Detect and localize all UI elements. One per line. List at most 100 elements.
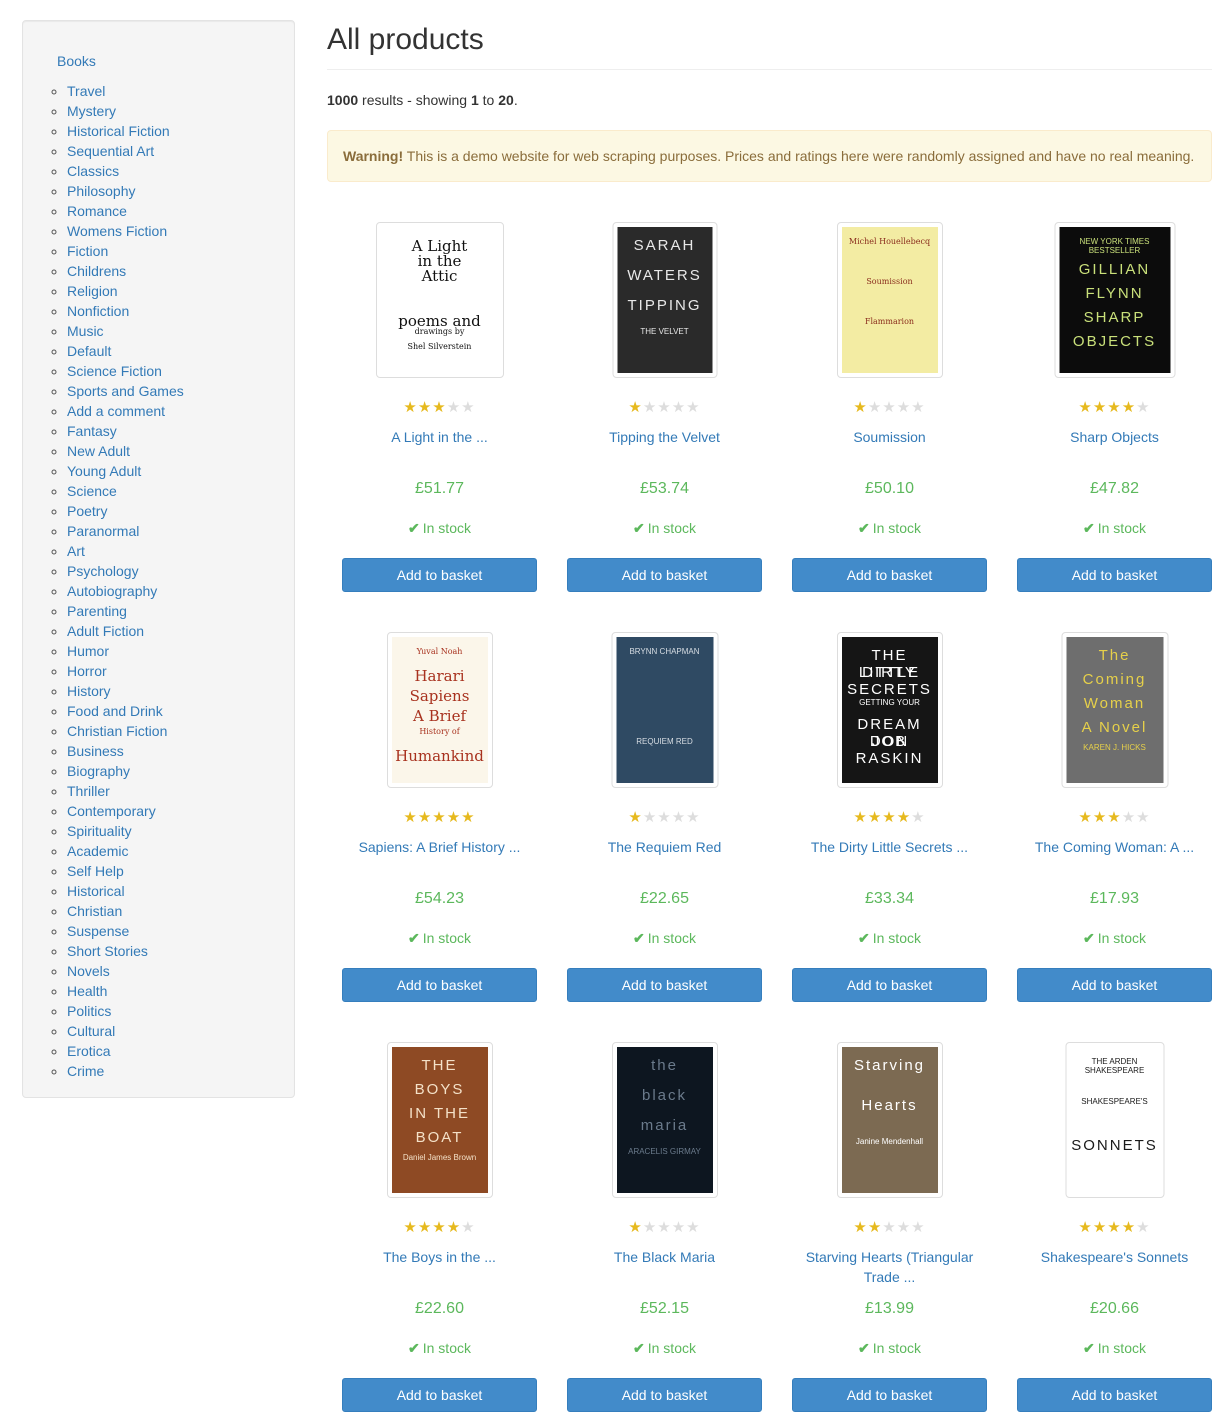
product-title-link[interactable]: The Dirty Little Secrets ... bbox=[787, 837, 992, 857]
sidebar-category-link[interactable]: Academic bbox=[67, 843, 128, 859]
sidebar-category-link[interactable]: Nonfiction bbox=[67, 303, 129, 319]
stock-label: In stock bbox=[872, 930, 921, 946]
product-thumbnail[interactable]: NEW YORK TIMES BESTSELLER GILLIAN FLYNN SHA… bbox=[1054, 222, 1175, 378]
add-to-basket-button[interactable]: Add to basket bbox=[1017, 968, 1212, 1002]
product-title-link[interactable]: Tipping the Velvet bbox=[562, 427, 767, 447]
sidebar-category-link[interactable]: Christian bbox=[67, 903, 122, 919]
stock-label: In stock bbox=[647, 520, 696, 536]
sidebar-category-link[interactable]: Historical Fiction bbox=[67, 123, 170, 139]
sidebar-category-link[interactable]: Young Adult bbox=[67, 463, 141, 479]
sidebar-category-link[interactable]: Short Stories bbox=[67, 943, 148, 959]
results-to-text: to bbox=[478, 92, 499, 108]
sidebar-category-link[interactable]: Christian Fiction bbox=[67, 723, 167, 739]
sidebar-category-link[interactable]: Horror bbox=[67, 663, 107, 679]
sidebar-category-link[interactable]: Classics bbox=[67, 163, 119, 179]
add-to-basket-button[interactable]: Add to basket bbox=[792, 1378, 987, 1412]
add-to-basket-button[interactable]: Add to basket bbox=[792, 968, 987, 1002]
product-title-link[interactable]: Shakespeare's Sonnets bbox=[1012, 1247, 1217, 1267]
sidebar-category-link[interactable]: Psychology bbox=[67, 563, 139, 579]
add-to-basket-button[interactable]: Add to basket bbox=[567, 1378, 762, 1412]
product-thumbnail[interactable]: THE DIRTY LITTLE SECRETS GETTING YOUR DREAM … bbox=[836, 632, 943, 788]
sidebar-category-link[interactable]: Sequential Art bbox=[67, 143, 154, 159]
stock-label: In stock bbox=[872, 1340, 921, 1356]
sidebar-category-link[interactable]: Health bbox=[67, 983, 107, 999]
warning-alert: Warning! This is a demo website for web … bbox=[327, 130, 1212, 182]
sidebar-category-link[interactable]: Mystery bbox=[67, 103, 116, 119]
sidebar-category-link[interactable]: Historical bbox=[67, 883, 125, 899]
cover-text: KAREN J. HICKS bbox=[1083, 743, 1146, 752]
product-title-link[interactable]: Sharp Objects bbox=[1012, 427, 1217, 447]
cover-text: Attic bbox=[421, 267, 458, 285]
product-thumbnail[interactable]: Yuval Noah Harari Sapiens A Brief History of… bbox=[386, 632, 493, 788]
results-text: results - showing bbox=[358, 92, 471, 108]
sidebar-item: Novels bbox=[67, 961, 184, 981]
sidebar-category-link[interactable]: Womens Fiction bbox=[67, 223, 167, 239]
sidebar-category-link[interactable]: Erotica bbox=[67, 1043, 111, 1059]
sidebar-category-link[interactable]: Travel bbox=[67, 83, 105, 99]
product-thumbnail[interactable]: the black maria ARACELIS GIRMAY bbox=[611, 1042, 718, 1198]
sidebar-category-link[interactable]: Autobiography bbox=[67, 583, 157, 599]
product-title-link[interactable]: The Requiem Red bbox=[562, 837, 767, 857]
add-to-basket-button[interactable]: Add to basket bbox=[1017, 1378, 1212, 1412]
sidebar-category-link[interactable]: New Adult bbox=[67, 443, 130, 459]
sidebar-category-link[interactable]: Business bbox=[67, 743, 124, 759]
sidebar-category-link[interactable]: Adult Fiction bbox=[67, 623, 144, 639]
product-thumbnail[interactable]: The Coming Woman A Novel KAREN J. HICKS bbox=[1061, 632, 1168, 788]
add-to-basket-button[interactable]: Add to basket bbox=[342, 558, 537, 592]
add-to-basket-button[interactable]: Add to basket bbox=[792, 558, 987, 592]
product-title-link[interactable]: A Light in the ... bbox=[337, 427, 542, 447]
sidebar-category-link[interactable]: Cultural bbox=[67, 1023, 115, 1039]
sidebar-category-link[interactable]: Food and Drink bbox=[67, 703, 163, 719]
product-thumbnail[interactable]: BRYNN CHAPMAN REQUIEM RED bbox=[611, 632, 718, 788]
product-price: £20.66 bbox=[1090, 1300, 1139, 1317]
product-thumbnail[interactable]: SARAH WATERS TIPPING THE VELVET bbox=[612, 222, 717, 378]
product-thumbnail[interactable]: Starving Hearts Janine Mendenhall bbox=[836, 1042, 943, 1198]
product-thumbnail[interactable]: A Light in the Attic poems and drawings by Sh… bbox=[375, 222, 504, 378]
sidebar-category-link[interactable]: Thriller bbox=[67, 783, 110, 799]
product-title-link[interactable]: Soumission bbox=[787, 427, 992, 447]
sidebar-category-link[interactable]: Biography bbox=[67, 763, 130, 779]
sidebar-category-link[interactable]: Contemporary bbox=[67, 803, 156, 819]
sidebar-category-link[interactable]: Fiction bbox=[67, 243, 108, 259]
product-title-link[interactable]: The Black Maria bbox=[562, 1247, 767, 1267]
product-thumbnail[interactable]: THE ARDEN SHAKESPEARE SHAKESPEARE'S SONNET… bbox=[1065, 1042, 1164, 1198]
product-title-link[interactable]: Sapiens: A Brief History ... bbox=[337, 837, 542, 857]
add-to-basket-button[interactable]: Add to basket bbox=[567, 968, 762, 1002]
sidebar-category-link[interactable]: Novels bbox=[67, 963, 110, 979]
sidebar-category-link[interactable]: Science bbox=[67, 483, 117, 499]
sidebar-category-link[interactable]: Music bbox=[67, 323, 104, 339]
sidebar-category-link[interactable]: Philosophy bbox=[67, 183, 136, 199]
sidebar-category-link[interactable]: Parenting bbox=[67, 603, 127, 619]
sidebar-books-link[interactable]: Books bbox=[57, 51, 96, 71]
product-thumbnail[interactable]: THE BOYS IN THE BOAT Daniel James Brown bbox=[386, 1042, 493, 1198]
sidebar-category-link[interactable]: Romance bbox=[67, 203, 127, 219]
add-to-basket-button[interactable]: Add to basket bbox=[342, 1378, 537, 1412]
sidebar-category-link[interactable]: History bbox=[67, 683, 111, 699]
sidebar-category-link[interactable]: Childrens bbox=[67, 263, 126, 279]
star-icon: ★ bbox=[432, 1219, 447, 1236]
product-title-link[interactable]: The Boys in the ... bbox=[337, 1247, 542, 1267]
sidebar-category-link[interactable]: Religion bbox=[67, 283, 118, 299]
sidebar-category-link[interactable]: Spirituality bbox=[67, 823, 132, 839]
sidebar-category-link[interactable]: Crime bbox=[67, 1063, 104, 1079]
sidebar-category-link[interactable]: Suspense bbox=[67, 923, 129, 939]
stock-label: In stock bbox=[422, 1340, 471, 1356]
add-to-basket-button[interactable]: Add to basket bbox=[342, 968, 537, 1002]
sidebar-category-link[interactable]: Paranormal bbox=[67, 523, 139, 539]
add-to-basket-button[interactable]: Add to basket bbox=[567, 558, 762, 592]
sidebar-category-link[interactable]: Politics bbox=[67, 1003, 111, 1019]
sidebar-category-link[interactable]: Fantasy bbox=[67, 423, 117, 439]
sidebar-category-link[interactable]: Science Fiction bbox=[67, 363, 162, 379]
add-to-basket-button[interactable]: Add to basket bbox=[1017, 558, 1212, 592]
sidebar-category-link[interactable]: Art bbox=[67, 543, 85, 559]
stock-status: ✔ In stock bbox=[777, 1340, 1002, 1356]
product-title-link[interactable]: Starving Hearts (Triangular Trade ... bbox=[787, 1247, 992, 1287]
product-thumbnail[interactable]: Michel Houellebecq Soumission Flammarion bbox=[836, 222, 943, 378]
sidebar-category-link[interactable]: Sports and Games bbox=[67, 383, 184, 399]
sidebar-category-link[interactable]: Poetry bbox=[67, 503, 107, 519]
sidebar-category-link[interactable]: Humor bbox=[67, 643, 109, 659]
product-title-link[interactable]: The Coming Woman: A ... bbox=[1012, 837, 1217, 857]
sidebar-category-link[interactable]: Self Help bbox=[67, 863, 124, 879]
sidebar-category-link[interactable]: Add a comment bbox=[67, 403, 165, 419]
sidebar-category-link[interactable]: Default bbox=[67, 343, 111, 359]
